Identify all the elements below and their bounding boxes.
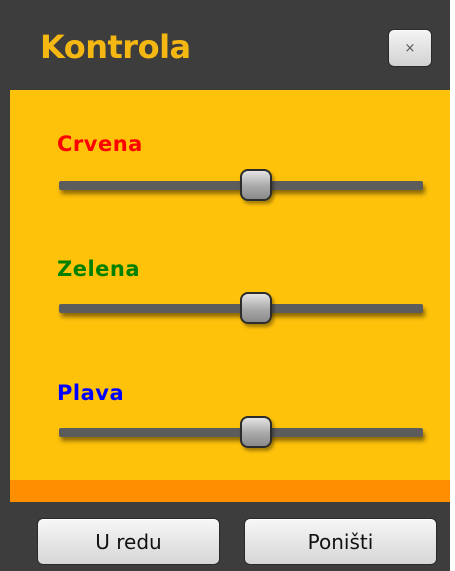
close-icon: × [404, 40, 416, 56]
slider-track-blue[interactable] [59, 416, 423, 448]
slider-thumb-red[interactable] [240, 169, 272, 201]
slider-thumb-blue[interactable] [240, 416, 272, 448]
ok-button[interactable]: U redu [37, 518, 220, 565]
dialog-title: Kontrola [40, 28, 191, 66]
slider-label-green: Zelena [57, 257, 141, 281]
slider-thumb-green[interactable] [240, 292, 272, 324]
control-dialog: Kontrola × Crvena Zelena Plava U redu Po… [0, 0, 450, 571]
slider-track-red[interactable] [59, 169, 423, 201]
panel-accent-stripe [10, 480, 450, 502]
title-bar: Kontrola × [0, 0, 450, 90]
close-button[interactable]: × [388, 29, 432, 67]
slider-track-green[interactable] [59, 292, 423, 324]
cancel-button[interactable]: Poništi [244, 518, 437, 565]
slider-label-red: Crvena [57, 132, 143, 156]
slider-label-blue: Plava [57, 381, 125, 405]
